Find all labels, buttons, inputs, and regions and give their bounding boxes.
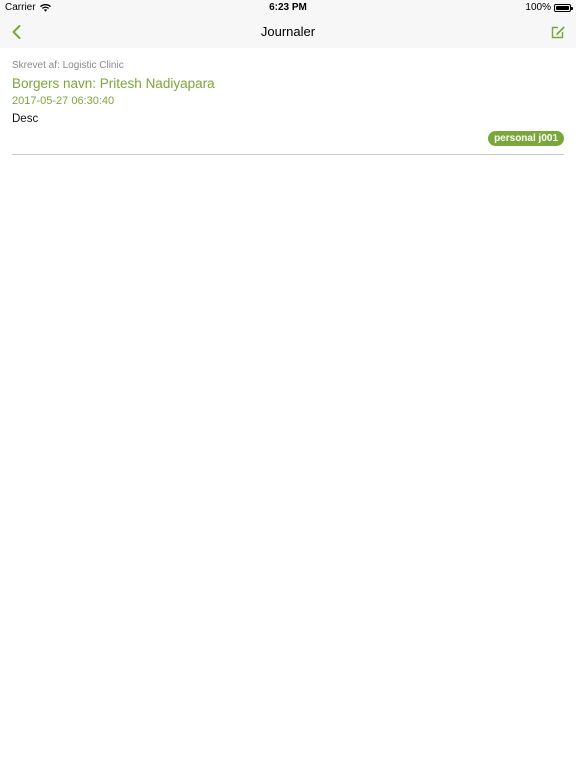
status-time: 6:23 PM — [269, 2, 307, 13]
carrier-group: Carrier — [5, 2, 51, 13]
entry-tag-badge: personal j001 — [488, 131, 564, 146]
status-bar: Carrier 6:23 PM 100% — [0, 0, 576, 16]
battery-fill — [556, 5, 569, 10]
battery-group: 100% — [525, 2, 573, 13]
carrier-label: Carrier — [5, 2, 36, 13]
entry-datetime: 2017-05-27 06:30:40 — [12, 95, 115, 107]
wifi-icon — [39, 3, 51, 12]
compose-icon[interactable] — [550, 24, 566, 40]
navigation-bar: Journaler — [0, 16, 576, 48]
chevron-left-icon[interactable] — [8, 23, 26, 41]
battery-percent: 100% — [525, 2, 551, 13]
entry-description: Desc — [12, 113, 39, 125]
entry-citizen-name: Borgers navn: Pritesh Nadiyapara — [12, 76, 215, 91]
journal-entry[interactable]: Skrevet af: Logistic Clinic Borgers navn… — [12, 48, 564, 155]
battery-icon — [554, 3, 573, 12]
entry-author: Skrevet af: Logistic Clinic — [12, 60, 124, 71]
page-title: Journaler — [260, 24, 316, 39]
